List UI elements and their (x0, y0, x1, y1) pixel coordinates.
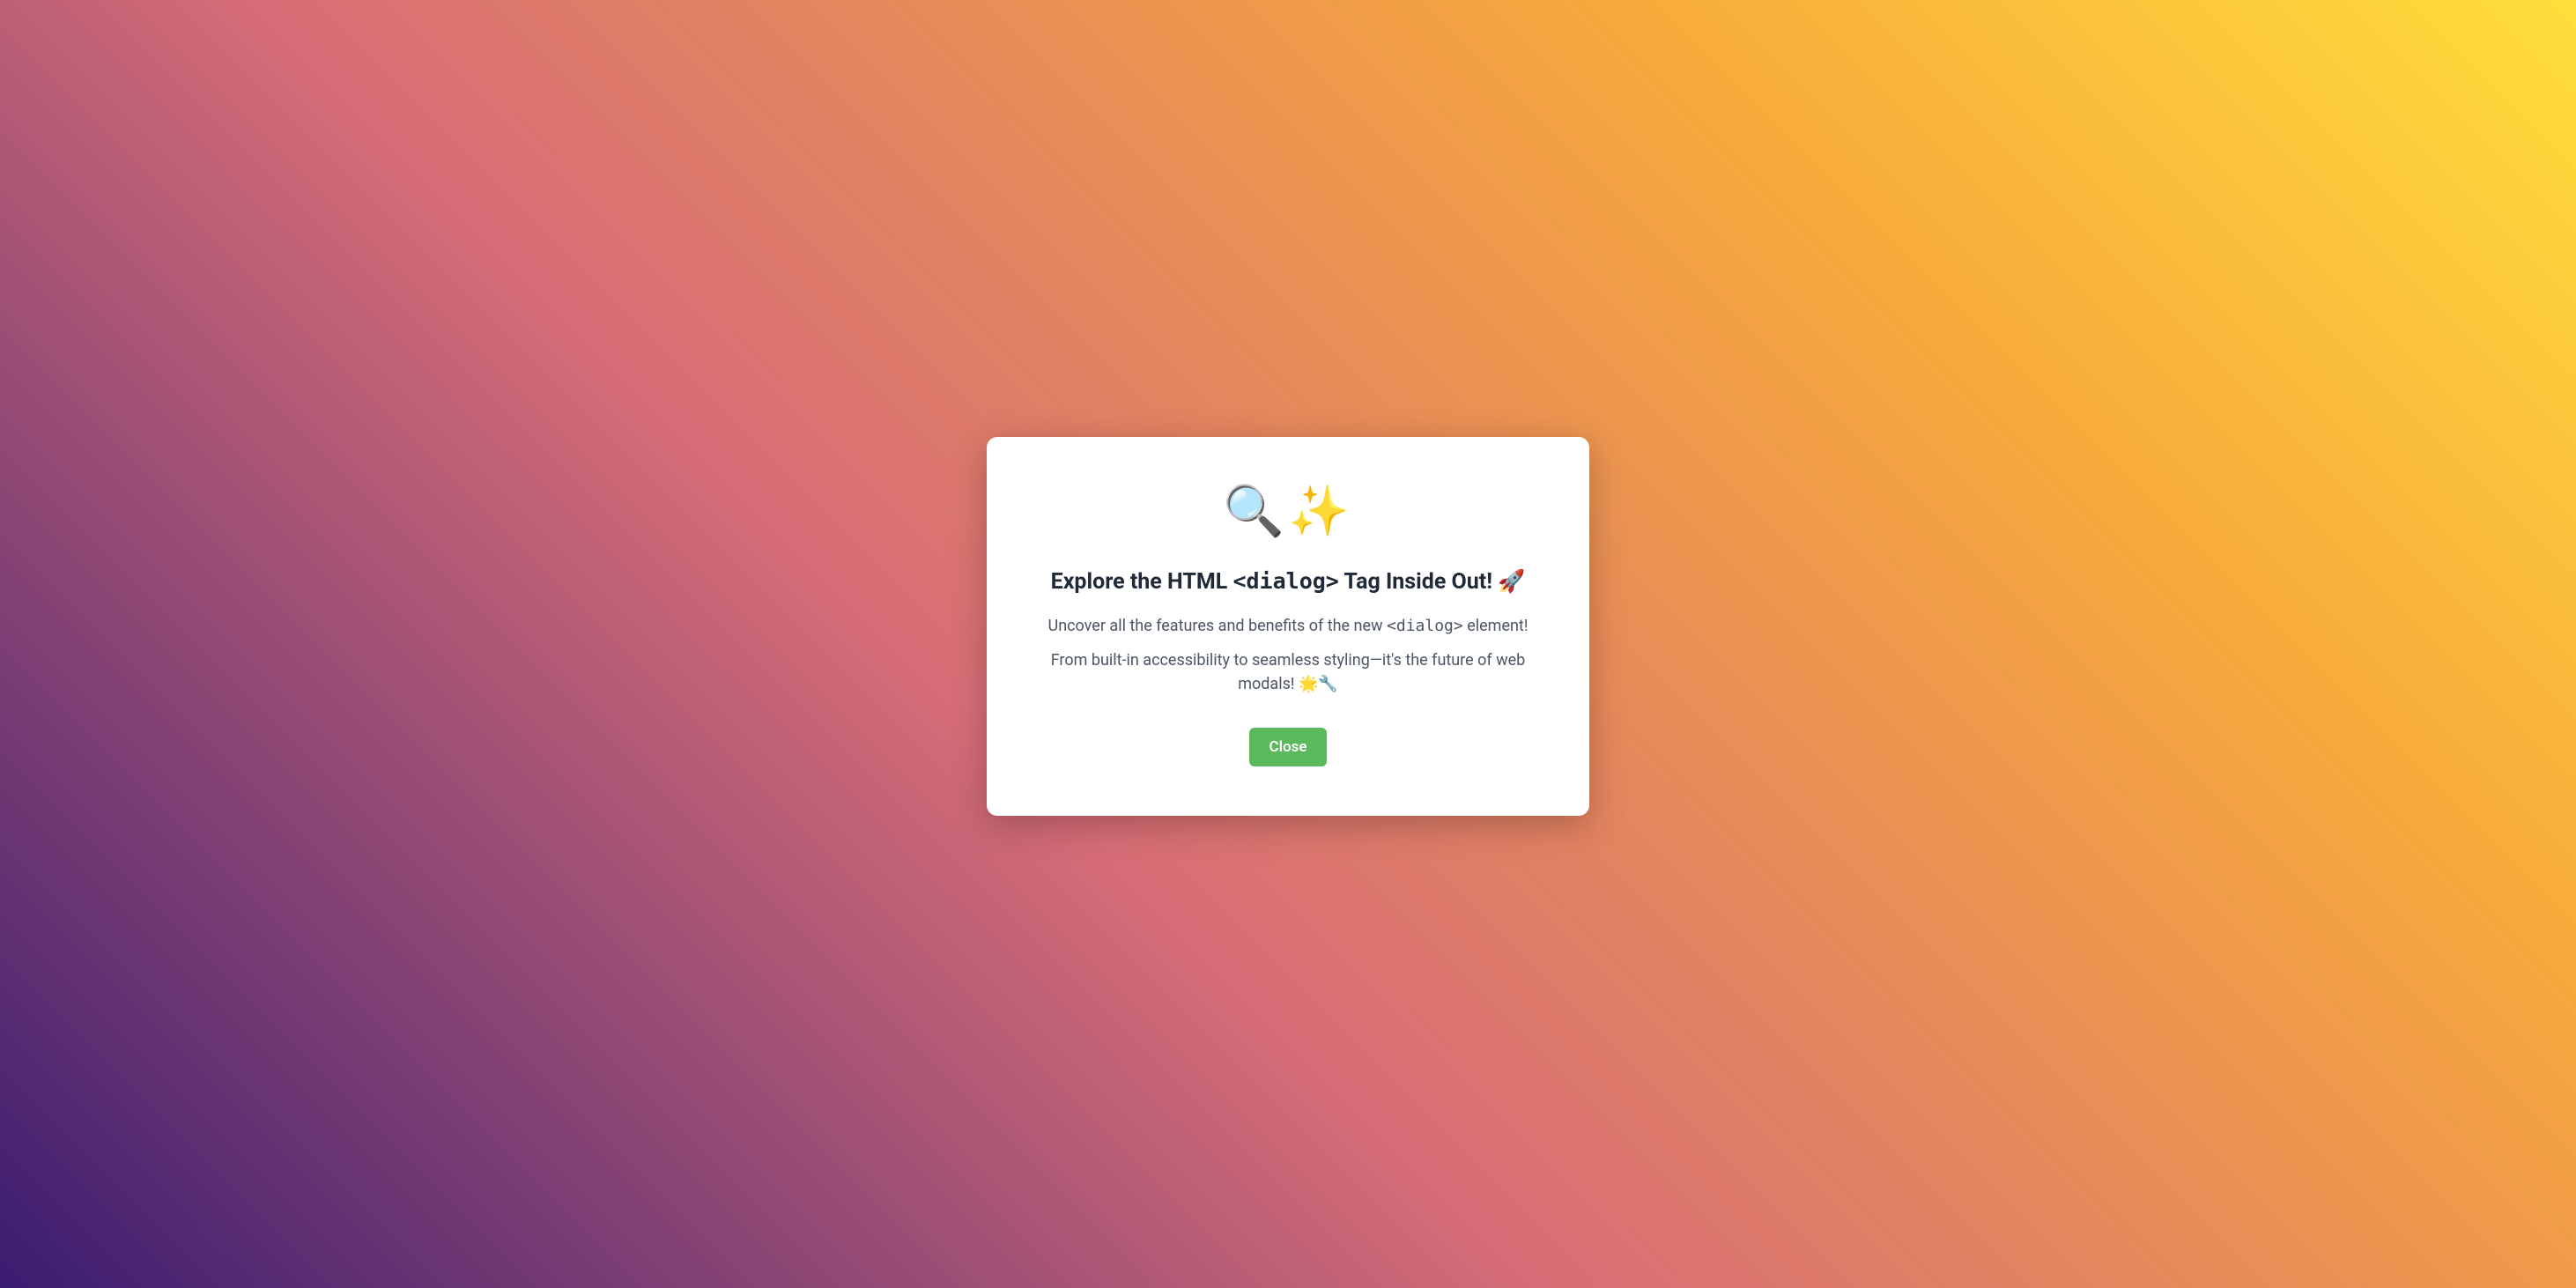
dialog-header-icons: 🔍✨ (1022, 486, 1554, 536)
dialog-body-line-1: Uncover all the features and benefits of… (1022, 614, 1554, 638)
dialog-body1-prefix: Uncover all the features and benefits of… (1048, 617, 1388, 635)
dialog-body-line-2: From built-in accessibility to seamless … (1022, 648, 1554, 696)
dialog-body1-suffix: element! (1463, 617, 1529, 635)
close-button[interactable]: Close (1249, 728, 1326, 766)
dialog-title-suffix: Tag Inside Out! 🚀 (1339, 569, 1525, 595)
dialog-title: Explore the HTML <dialog> Tag Inside Out… (1022, 567, 1554, 597)
dialog-modal: 🔍✨ Explore the HTML <dialog> Tag Inside … (987, 437, 1589, 817)
dialog-body1-code: <dialog> (1387, 617, 1463, 635)
dialog-title-code: <dialog> (1232, 568, 1338, 594)
dialog-title-prefix: Explore the HTML (1051, 569, 1233, 595)
